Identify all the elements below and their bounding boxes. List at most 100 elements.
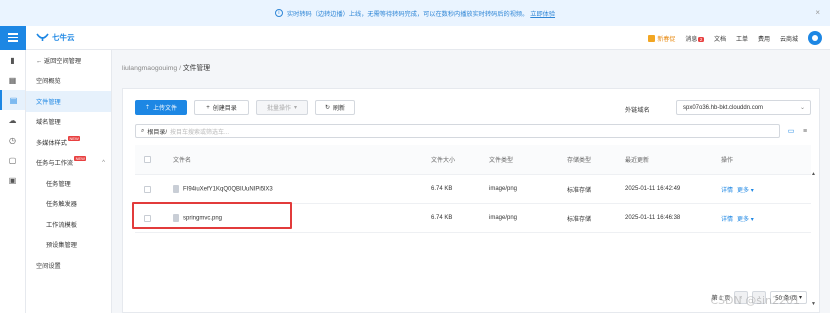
sidebar-item-label: 域名管理 [36,119,61,127]
header-size: 文件大小 [431,158,456,164]
sidebar-item-domains[interactable]: 域名管理 [26,112,111,133]
sidebar-item-label: 任务与工作流 [36,160,74,168]
updated-time: 2025-01-11 16:42:49 [625,186,681,192]
file-name-text: springmvc.png [183,215,223,222]
file-name-text: FI94iuXefY1KqQ0QBIUuNIPi5lX3 [183,186,273,193]
file-name[interactable]: FI94iuXefY1KqQ0QBIUuNIPi5lX3 [173,185,273,193]
header-updated: 最近更新 [625,158,650,164]
select-all-checkbox[interactable] [144,156,151,163]
banner-text: 实时转码（边转边播）上线，无需等待转码完成，可以在数秒内播放实时转码后的视频。 [286,10,529,18]
sidebar-item-tasks-workflows[interactable]: 任务与工作流 NEW ^ [26,153,111,174]
sidebar-item-media-styles[interactable]: 多媒体样式 NEW [26,132,111,153]
tickets-link[interactable]: 工单 [736,34,748,43]
sidebar-item-label: 任务触发器 [46,201,77,209]
file-panel: ⇡ 上传文件 + 创建目录 批量操作 ▾ ↻ 刷新 外链域名 spx07o36.hb-b… [122,88,820,313]
row-actions: 详情 更多 ▾ [721,214,754,223]
sidebar-item-task-triggers[interactable]: 任务触发器 [26,194,111,215]
sidebar-item-overview[interactable]: 空间概览 [26,71,111,92]
rail-storage-icon[interactable]: ▤ [0,90,25,110]
table-row[interactable]: FI94iuXefY1KqQ0QBIUuNIPi5lX3 6.74 KB ima… [135,175,811,204]
sidebar-item-bucket-settings[interactable]: 空间设置 [26,255,111,276]
gift-icon [648,34,656,42]
plus-icon: + [206,104,210,111]
watermark: CSDN @sin2201 [710,294,800,307]
list-view-icon[interactable]: ≡ [799,125,811,137]
sidebar-item-workflow-templates[interactable]: 工作流模板 [26,214,111,235]
rail-files-icon[interactable]: ▢ [0,150,25,170]
announcement-banner: i 实时转码（边转边播）上线，无需等待转码完成，可以在数秒内播放实时转码后的视频… [0,0,830,26]
new-badge: NEW [74,156,87,162]
search-placeholder: 按目车搜索或筛选车... [170,129,230,136]
rail-home-icon[interactable]: ▮ [0,50,25,70]
icon-rail: ▮ ▦ ▤ ☁ ◷ ▢ ▣ [0,50,26,313]
messages-badge: 2 [698,36,704,42]
rail-grid-icon[interactable]: ▦ [0,70,25,90]
sidebar-item-label: 文件管理 [36,98,61,106]
promo-label: 新春促 [657,36,676,43]
upload-icon: ⇡ [144,105,150,111]
create-directory-label: 创建目录 [212,106,237,112]
batch-actions-button[interactable]: 批量操作 ▾ [256,100,308,115]
file-name[interactable]: springmvc.png [173,214,222,222]
header-actions: 操作 [721,158,734,164]
file-table: 文件名 文件大小 文件类型 存储类型 最近更新 操作 FI94iuXefY1Kq… [135,145,811,233]
domain-select[interactable]: spx07o36.hb-bkt.clouddn.com ⌄ [676,100,811,115]
rail-clock-icon[interactable]: ◷ [0,130,25,150]
header-storage: 存储类型 [567,158,592,164]
chevron-down-icon[interactable]: ▾ [751,217,754,223]
refresh-button[interactable]: ↻ 刷新 [315,100,355,115]
sidebar-item-presets[interactable]: 预设集管理 [26,235,111,256]
row-actions: 详情 更多 ▾ [721,185,754,194]
avatar[interactable] [808,31,822,45]
promo-link[interactable]: 新春促 [648,34,675,43]
sidebar-item-task-management[interactable]: 任务管理 [26,173,111,194]
mall-link[interactable]: 云商城 [780,34,798,43]
more-link[interactable]: 更多 [737,188,749,194]
upload-label: 上传文件 [153,106,178,112]
banner-link[interactable]: 立即体验 [530,9,555,18]
create-directory-button[interactable]: + 创建目录 [194,100,249,115]
sidebar-item-files[interactable]: 文件管理 [26,91,111,112]
scroll-down-arrow[interactable]: ▼ [811,301,816,307]
refresh-icon: ↻ [324,105,330,111]
docs-link[interactable]: 文档 [714,34,726,43]
detail-link[interactable]: 详情 [721,217,733,223]
back-link[interactable]: ← 返回空间管理 [26,50,111,71]
breadcrumb-bucket[interactable]: liulangmaogouimg [122,65,177,72]
chevron-down-icon: ⌄ [799,105,805,111]
file-icon [173,185,179,193]
more-link[interactable]: 更多 [737,217,749,223]
scroll-up-arrow[interactable]: ▲ [811,171,816,177]
logo-text: 七牛云 [52,33,75,42]
domain-value: spx07o36.hb-bkt.clouddn.com [683,104,764,111]
row-checkbox[interactable] [144,214,151,222]
hamburger-menu-button[interactable] [0,25,26,50]
messages-label: 消息 [685,36,698,43]
qiniu-logo-icon [36,33,49,41]
sidebar-item-label: 空间概览 [36,78,61,86]
folder-view-icon[interactable]: ▭ [785,125,797,137]
sidebar: ← 返回空间管理 空间概览 文件管理 域名管理 多媒体样式 NEW 任务与工作流 N… [26,50,112,313]
updated-time: 2025-01-11 16:46:38 [625,215,681,221]
file-type: image/png [489,186,518,192]
file-size: 6.74 KB [431,215,453,221]
search-prefix: 根目录/ [147,129,168,136]
file-type: image/png [489,215,518,221]
table-row[interactable]: springmvc.png 6.74 KB image/png 标准存储 202… [135,204,811,233]
logo[interactable]: 七牛云 [36,32,75,43]
rail-media-icon[interactable]: ▣ [0,170,25,190]
close-icon[interactable]: × [815,8,820,17]
upload-button[interactable]: ⇡ 上传文件 [135,100,187,115]
detail-link[interactable]: 详情 [721,188,733,194]
billing-link[interactable]: 费用 [758,34,770,43]
file-size: 6.74 KB [431,186,453,192]
messages-link[interactable]: 消息 2 [685,34,704,43]
sidebar-item-label: 工作流模板 [46,221,77,229]
row-checkbox[interactable] [144,185,151,193]
sidebar-item-label: 预设集管理 [46,242,77,250]
search-input[interactable]: ⌕ 根目录/ 按目车搜索或筛选车... [135,124,780,138]
rail-cloud-icon[interactable]: ☁ [0,110,25,130]
sidebar-item-label: 任务管理 [46,180,71,188]
chevron-up-icon: ^ [102,159,105,166]
chevron-down-icon[interactable]: ▾ [751,188,754,194]
